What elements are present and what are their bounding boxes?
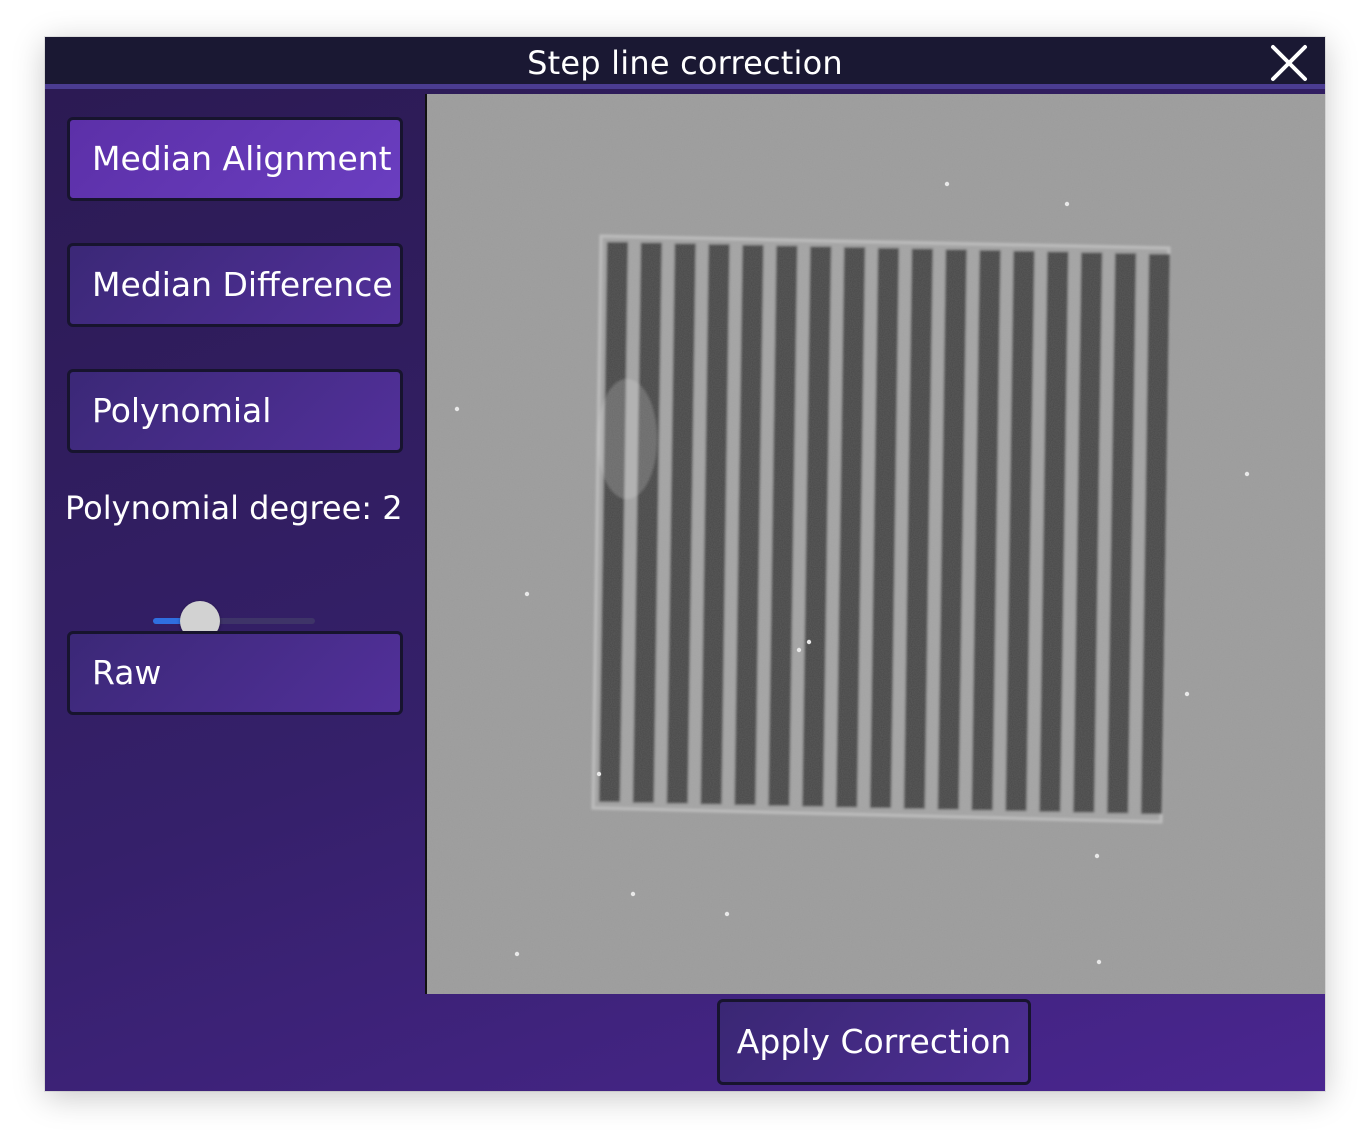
polynomial-button[interactable]: Polynomial [67,369,403,453]
close-icon[interactable] [1269,43,1309,83]
dust-speck [806,639,812,645]
afm-preview-image [425,94,1325,994]
dialog-titlebar: Step line correction [45,37,1325,89]
dust-speck [514,951,520,957]
median-difference-button[interactable]: Median Difference [67,243,403,327]
dust-speck [944,181,950,187]
dust-speck [630,891,636,897]
raw-button[interactable]: Raw [67,631,403,715]
correction-sidebar: Median Alignment Median Difference Polyn… [45,89,425,1091]
dust-speck [1184,691,1190,697]
dust-speck [596,771,602,777]
dust-speck [454,406,460,412]
dust-speck [1096,959,1102,965]
dust-speck [1094,853,1100,859]
dialog-title: Step line correction [527,44,843,82]
median-alignment-button[interactable]: Median Alignment [67,117,403,201]
dust-speck [1244,471,1250,477]
polynomial-degree-label: Polynomial degree: 2 [65,489,403,527]
step-line-correction-dialog: Step line correction Median Alignment Me… [45,37,1325,1091]
dust-speck [524,591,530,597]
dust-speck [796,647,802,653]
apply-correction-button[interactable]: Apply Correction [717,999,1031,1085]
dust-speck [724,911,730,917]
dust-speck [1064,201,1070,207]
